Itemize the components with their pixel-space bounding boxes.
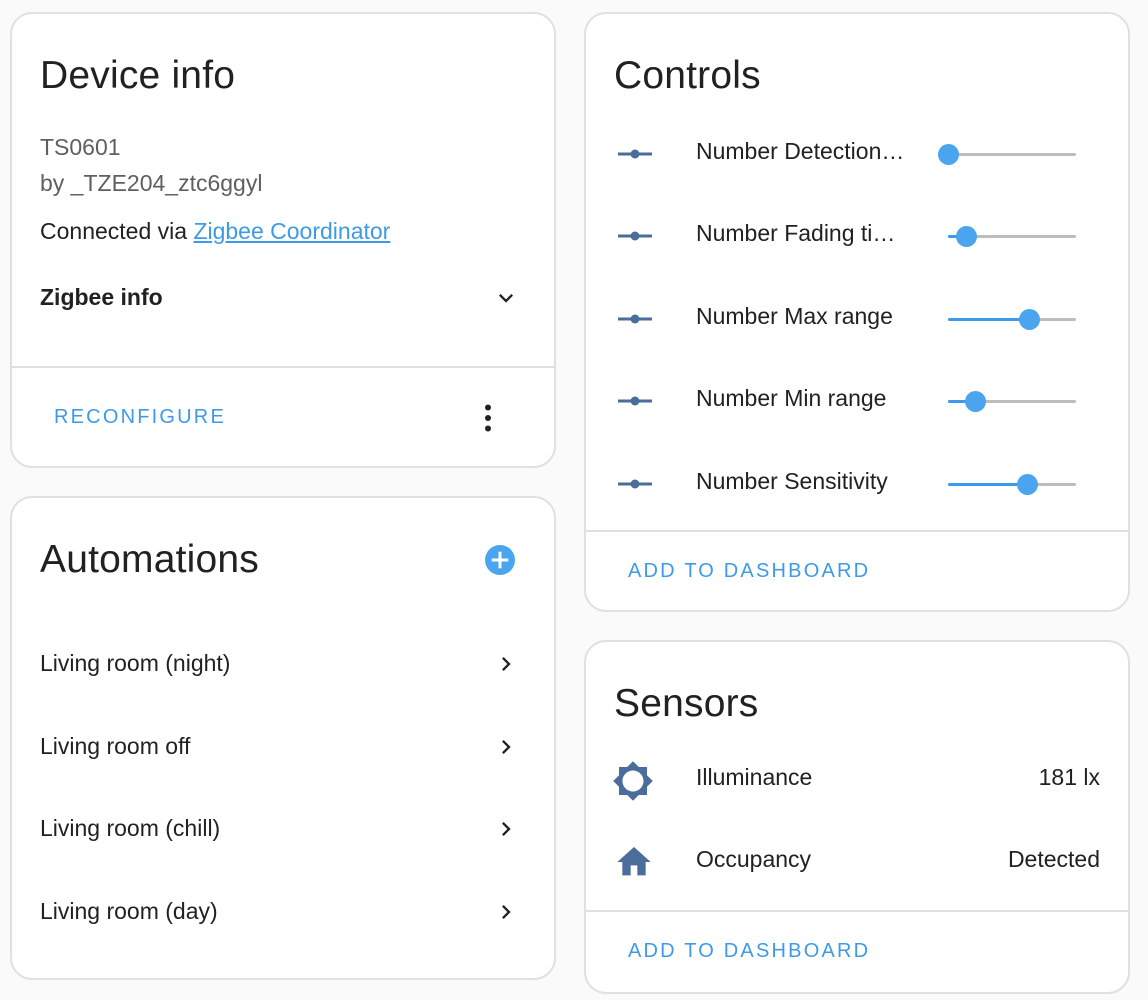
slider-thumb[interactable]: [964, 391, 986, 412]
automation-item-label: Living room (night): [40, 650, 231, 676]
slider-thumb[interactable]: [1017, 474, 1039, 495]
slider-track: [948, 153, 1076, 156]
chevron-right-icon: [502, 740, 511, 754]
automation-item[interactable]: Living room off: [12, 717, 554, 777]
device-info-title: Device info: [40, 54, 236, 97]
reconfigure-button[interactable]: RECONFIGURE: [54, 406, 226, 429]
control-row: Number Fading ti…: [586, 206, 1128, 266]
automations-card: Automations Living room (night) Living r…: [10, 496, 556, 980]
control-label: Number Sensitivity: [696, 468, 888, 494]
slider-fill: [948, 483, 1028, 486]
automation-item-label: Living room (chill): [40, 815, 221, 841]
sensor-value: Detected: [1007, 846, 1100, 872]
plus-circle-icon[interactable]: [482, 542, 518, 578]
device-manufacturer: by _TZE204_ztc6ggyl: [40, 170, 263, 196]
sensors-title: Sensors: [614, 682, 759, 725]
control-row: Number Max range: [586, 289, 1128, 349]
automation-item[interactable]: Living room (chill): [12, 799, 554, 859]
chevron-right-icon: [502, 657, 511, 671]
device-model: TS0601: [40, 134, 121, 160]
control-slider[interactable]: [938, 142, 1076, 166]
slider-thumb[interactable]: [1018, 309, 1040, 330]
automation-item[interactable]: Living room (day): [12, 882, 554, 942]
control-slider[interactable]: [948, 389, 1076, 413]
chevron-right-icon: [502, 905, 511, 919]
automation-item-label: Living room (day): [40, 898, 218, 924]
control-label: Number Fading ti…: [696, 220, 896, 246]
ray-vertex-icon: [618, 149, 652, 159]
ray-vertex-icon: [618, 314, 652, 324]
control-row: Number Sensitivity: [586, 454, 1128, 514]
ray-vertex-icon: [618, 479, 652, 489]
control-label: Number Max range: [696, 303, 893, 329]
control-row: Number Min range: [586, 371, 1128, 431]
sensor-row[interactable]: Occupancy Detected: [586, 832, 1128, 892]
add-to-dashboard-button[interactable]: ADD TO DASHBOARD: [628, 940, 870, 963]
sensors-divider: [586, 910, 1128, 912]
control-label: Number Min range: [696, 385, 887, 411]
controls-divider: [586, 530, 1128, 532]
connected-via-label: Connected via: [40, 218, 194, 244]
control-row: Number Detection…: [586, 124, 1128, 184]
sensor-value: 181 lx: [1038, 764, 1100, 790]
slider-thumb[interactable]: [938, 144, 959, 165]
sensors-card: Sensors Illuminance 181 lx Occupancy Det…: [584, 640, 1130, 994]
device-info-divider: [12, 366, 554, 368]
device-info-card: Device info TS0601 by _TZE204_ztc6ggyl C…: [10, 12, 556, 468]
controls-title: Controls: [614, 54, 761, 97]
automation-item[interactable]: Living room (night): [12, 634, 554, 694]
connected-via-text: Connected via Zigbee Coordinator: [40, 218, 390, 245]
brightness-icon: [613, 761, 653, 801]
home-icon: [617, 847, 651, 876]
controls-card: Controls Number Detection… Number Fading…: [584, 12, 1130, 612]
ray-vertex-icon: [618, 396, 652, 406]
sensor-row[interactable]: Illuminance 181 lx: [586, 750, 1128, 810]
sensor-label: Occupancy: [696, 846, 812, 872]
control-label: Number Detection…: [696, 138, 905, 164]
chevron-right-icon: [502, 822, 511, 836]
control-slider[interactable]: [948, 307, 1076, 331]
zigbee-info-toggle[interactable]: Zigbee info: [40, 284, 163, 311]
slider-fill: [948, 318, 1029, 321]
chevron-down-icon[interactable]: [492, 284, 520, 312]
add-to-dashboard-button[interactable]: ADD TO DASHBOARD: [628, 560, 870, 583]
automations-title: Automations: [40, 538, 259, 581]
slider-thumb[interactable]: [955, 226, 977, 247]
control-slider[interactable]: [948, 224, 1076, 248]
dots-vertical-icon[interactable]: [470, 400, 506, 436]
sensor-label: Illuminance: [696, 764, 813, 790]
control-slider[interactable]: [948, 472, 1076, 496]
automation-item-label: Living room off: [40, 733, 191, 759]
ray-vertex-icon: [618, 231, 652, 241]
zigbee-coordinator-link[interactable]: Zigbee Coordinator: [193, 218, 390, 244]
